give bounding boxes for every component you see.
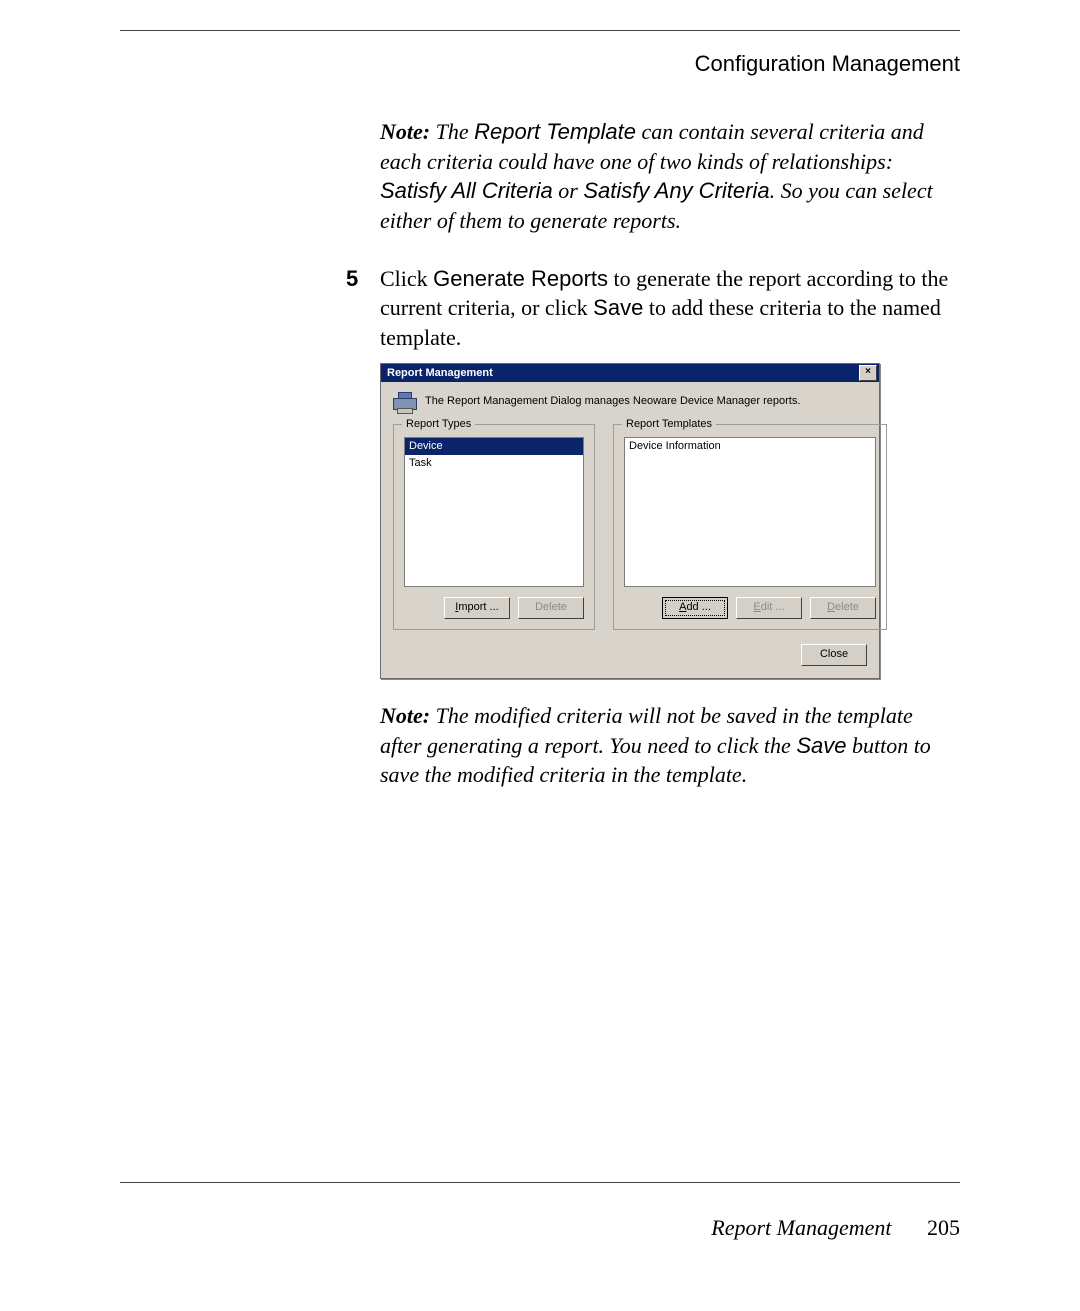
term-satisfy-all: Satisfy All Criteria <box>380 178 553 203</box>
term-report-template: Report Template <box>474 119 636 144</box>
step-number: 5 <box>346 264 358 294</box>
term-satisfy-any: Satisfy Any Criteria <box>583 178 769 203</box>
rule-top <box>120 30 960 31</box>
printer-icon <box>393 392 415 412</box>
report-management-dialog: Report Management × The Report Managemen… <box>380 363 880 679</box>
templates-delete-button[interactable]: Delete <box>810 597 876 619</box>
list-item[interactable]: Device <box>405 438 583 455</box>
ui-generate-reports: Generate Reports <box>433 266 608 291</box>
page-footer: Report Management 205 <box>711 1215 960 1241</box>
footer-section: Report Management <box>711 1215 891 1240</box>
add-button[interactable]: Add ... <box>662 597 728 619</box>
note-1: Note: The Report Template can contain se… <box>380 117 950 236</box>
legend-report-types: Report Types <box>402 417 475 432</box>
dialog-title: Report Management <box>387 364 493 382</box>
rule-bottom <box>120 1182 960 1183</box>
list-item[interactable]: Task <box>405 455 583 472</box>
groups-row: Report Types Device Task Import ... Dele… <box>393 424 867 630</box>
list-item[interactable]: Device Information <box>625 438 875 455</box>
import-button[interactable]: Import ... <box>444 597 510 619</box>
dialog-body: The Report Management Dialog manages Neo… <box>381 382 879 678</box>
report-templates-listbox[interactable]: Device Information <box>624 437 876 587</box>
dialog-header: The Report Management Dialog manages Neo… <box>393 392 867 412</box>
step-5-text-a: Click <box>380 266 433 291</box>
close-icon[interactable]: × <box>859 365 877 381</box>
page: Configuration Management Note: The Repor… <box>0 0 1080 1311</box>
close-button[interactable]: Close <box>801 644 867 666</box>
ui-save: Save <box>593 295 643 320</box>
note-2: Note: The modified criteria will not be … <box>380 701 950 790</box>
group-report-types: Report Types Device Task Import ... Dele… <box>393 424 595 630</box>
footer-page-number: 205 <box>927 1215 960 1240</box>
dialog-titlebar[interactable]: Report Management × <box>381 364 879 382</box>
note-1-text-c: or <box>553 178 584 203</box>
step-5: 5 Click Generate Reports to generate the… <box>380 264 950 353</box>
dialog-description: The Report Management Dialog manages Neo… <box>425 394 800 409</box>
dialog-footer: Close <box>393 644 867 666</box>
body-column: Note: The Report Template can contain se… <box>380 117 950 790</box>
note-1-text-a: The <box>430 119 474 144</box>
edit-button[interactable]: Edit ... <box>736 597 802 619</box>
note-label: Note: <box>380 703 430 728</box>
note-label: Note: <box>380 119 430 144</box>
running-head: Configuration Management <box>120 51 960 77</box>
types-delete-button[interactable]: Delete <box>518 597 584 619</box>
report-types-listbox[interactable]: Device Task <box>404 437 584 587</box>
ui-save-italic: Save <box>796 733 846 758</box>
legend-report-templates: Report Templates <box>622 417 716 432</box>
types-button-row: Import ... Delete <box>404 597 584 619</box>
templates-button-row: Add ... Edit ... Delete <box>624 597 876 619</box>
group-report-templates: Report Templates Device Information Add … <box>613 424 887 630</box>
